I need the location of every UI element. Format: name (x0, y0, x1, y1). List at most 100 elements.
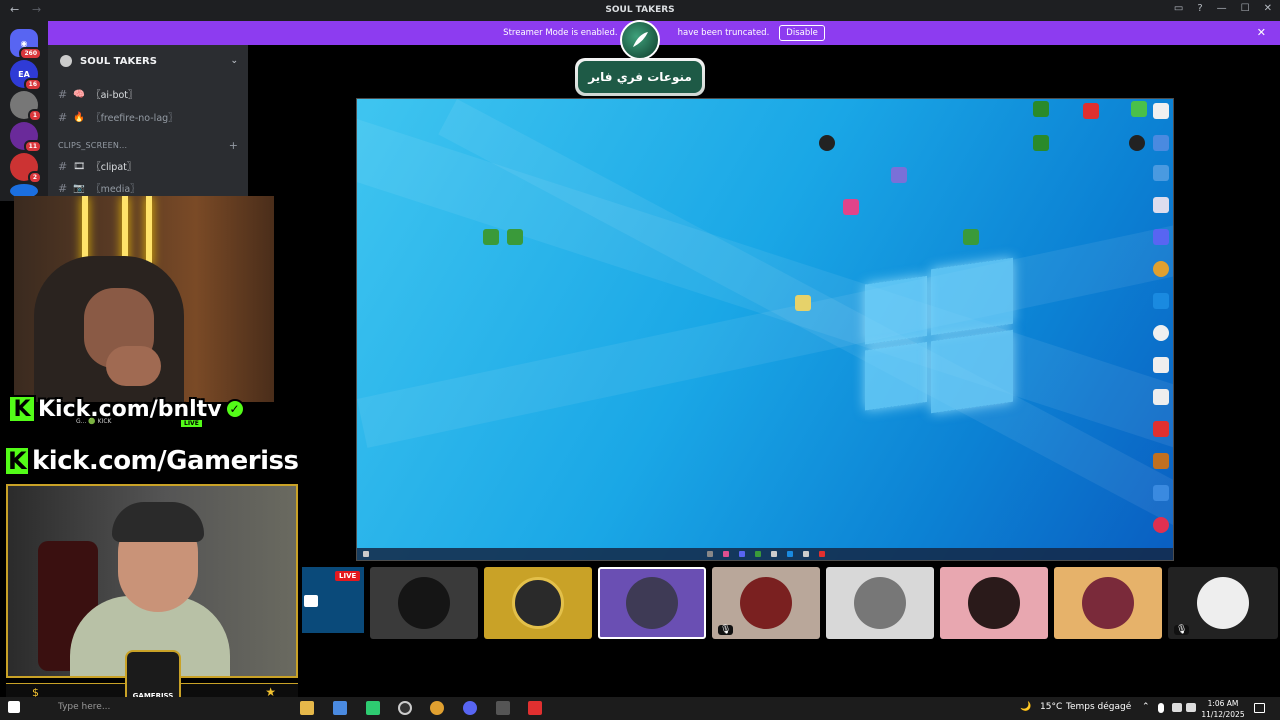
bluestacks-icon[interactable] (963, 229, 979, 245)
taskbar-app-icon[interactable] (787, 551, 793, 557)
participant-tile[interactable] (1054, 567, 1162, 639)
app-icon[interactable] (843, 199, 859, 215)
app-icon[interactable] (1033, 101, 1049, 117)
volume-icon[interactable] (1186, 703, 1196, 712)
app-icon[interactable] (819, 135, 835, 151)
server-icon[interactable]: 1 (10, 91, 42, 122)
shared-screen-desktop[interactable] (356, 98, 1174, 561)
discord-icon[interactable] (463, 701, 477, 715)
notepad-icon[interactable] (333, 701, 347, 715)
app-icon[interactable] (1129, 135, 1145, 151)
file-icon[interactable] (1153, 357, 1169, 373)
taskbar-app-icon[interactable] (819, 551, 825, 557)
server-icon[interactable]: 11 (10, 122, 42, 153)
guild-header[interactable]: SOUL TAKERS ⌄ (48, 45, 248, 77)
server-icon-home[interactable]: ◉ 260 (10, 29, 42, 60)
f-app-icon[interactable] (891, 167, 907, 183)
hash-icon: # (58, 87, 68, 101)
kick-url-bnltv: Kick.com/bnltv (38, 396, 222, 422)
recycle-bin-icon[interactable] (1153, 197, 1169, 213)
participant-tile[interactable] (940, 567, 1048, 639)
youtube-icon[interactable] (1083, 103, 1099, 119)
kick-channel-bnltv: K Kick.com/bnltv ✓ (8, 394, 245, 424)
file-explorer-icon[interactable] (300, 701, 314, 715)
avatar (626, 577, 678, 629)
hash-icon: # (58, 159, 68, 173)
disable-button[interactable]: Disable (779, 25, 825, 41)
chrome-icon[interactable] (430, 701, 444, 715)
app-icon[interactable] (366, 701, 380, 715)
windows-start-icon[interactable] (8, 701, 20, 713)
weather-temp[interactable]: 15°C (1040, 702, 1062, 712)
edge-icon[interactable] (1153, 165, 1169, 181)
channel-item-ai-bot[interactable]: # 🧠 〖ai-bot〗 (58, 87, 138, 102)
f-app-icon[interactable] (528, 701, 542, 715)
participant-tile[interactable]: 🎙 (712, 567, 820, 639)
app-icon[interactable] (1153, 135, 1169, 151)
file-icon[interactable] (1153, 389, 1169, 405)
bluestacks-icon[interactable] (483, 229, 499, 245)
maximize-button[interactable]: ☐ (1241, 3, 1250, 14)
file-icon[interactable] (1153, 103, 1169, 119)
taskbar-app-icon[interactable] (771, 551, 777, 557)
participant-tile[interactable] (826, 567, 934, 639)
discord-icon[interactable] (1153, 229, 1169, 245)
terminal-icon[interactable] (496, 701, 510, 715)
app-icon[interactable] (1153, 517, 1169, 533)
category-header[interactable]: CLIPS_SCREEN... (58, 141, 127, 150)
taskbar-app-icon[interactable] (739, 551, 745, 557)
server-icon[interactable]: 2 (10, 153, 42, 184)
hash-icon: # (58, 181, 68, 195)
participant-tile[interactable] (484, 567, 592, 639)
channel-item-clipat[interactable]: # 🎞 〖clipat〗 (58, 159, 136, 174)
system-clock[interactable]: 1:06 AM 11/12/2025 (1200, 698, 1246, 720)
channel-logo-icon (620, 20, 660, 60)
microphone-icon[interactable] (1158, 703, 1164, 713)
app-icon[interactable] (1153, 453, 1169, 469)
folder-icon[interactable] (795, 295, 811, 311)
weather-text[interactable]: Temps dégagé (1066, 702, 1131, 712)
server-icon-ea[interactable]: EA 16 (10, 60, 42, 91)
chrome-icon[interactable] (1153, 261, 1169, 277)
server-list: ◉ 260 EA 16 1 11 2 (0, 21, 48, 201)
taskbar-app-icon[interactable] (803, 551, 809, 557)
window-titlebar: ← → SOUL TAKERS ▭ ? — ☐ ✕ (0, 0, 1280, 21)
avatar (968, 577, 1020, 629)
channel-item-freefire-no-lag[interactable]: # 🔥 〖freefire-no-lag〗 (58, 110, 178, 125)
inbox-icon[interactable]: ▭ (1174, 3, 1183, 14)
moon-icon: 🌙 (1020, 702, 1032, 712)
notification-badge: 260 (19, 47, 42, 60)
channel-sidebar: SOUL TAKERS ⌄ # 🧠 〖ai-bot〗 # 🔥 〖freefire… (48, 45, 248, 197)
help-icon[interactable]: ? (1197, 3, 1202, 14)
banner-close-icon[interactable]: ✕ (1257, 26, 1266, 39)
taskbar-app-icon[interactable] (707, 551, 713, 557)
channel-item-media[interactable]: # 📷 〖media〗 (58, 181, 140, 196)
taskbar-app-icon[interactable] (755, 551, 761, 557)
mute-icon: 🎙 (718, 625, 734, 635)
app-icon[interactable] (1153, 485, 1169, 501)
start-icon[interactable] (363, 551, 369, 557)
streamer-webcam-2 (6, 484, 298, 678)
taskbar-app-icon[interactable] (723, 551, 729, 557)
minimize-button[interactable]: — (1217, 3, 1227, 14)
close-button[interactable]: ✕ (1264, 3, 1272, 14)
notifications-icon[interactable] (1254, 703, 1265, 713)
bluestacks-icon[interactable] (507, 229, 523, 245)
participant-tile[interactable]: 🎙 (1168, 567, 1278, 639)
obs-icon[interactable] (398, 701, 412, 715)
search-box[interactable]: Type here... (58, 702, 110, 712)
notification-badge: 1 (27, 109, 42, 122)
chevron-down-icon[interactable]: ⌄ (230, 56, 238, 66)
nvidia-icon[interactable] (1033, 135, 1049, 151)
tray-caret-icon[interactable]: ⌃ (1142, 702, 1150, 712)
avatar (1082, 577, 1134, 629)
app-icon[interactable] (1153, 421, 1169, 437)
participant-tile-speaking[interactable] (598, 567, 706, 639)
edge-icon[interactable] (1153, 293, 1169, 309)
add-channel-icon[interactable]: + (229, 139, 238, 152)
participant-tile[interactable] (370, 567, 478, 639)
network-icon[interactable] (1172, 703, 1182, 712)
chat-icon[interactable] (1153, 325, 1169, 341)
live-badge: LIVE (180, 419, 203, 428)
app-icon[interactable] (1131, 101, 1147, 117)
